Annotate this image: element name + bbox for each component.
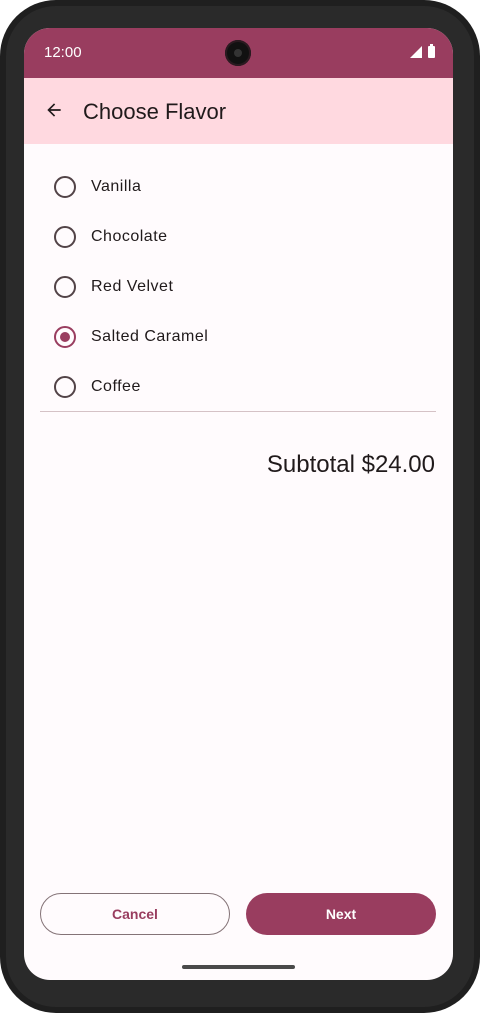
phone-frame: 12:00 Choose Flavor Vanilla Chocolate Re… <box>0 0 480 1013</box>
back-button[interactable] <box>34 90 74 130</box>
status-bar: 12:00 <box>24 28 453 78</box>
subtotal-text: Subtotal $24.00 <box>266 451 435 478</box>
battery-icon <box>428 44 435 58</box>
flavor-label: Salted Caramel <box>91 328 209 345</box>
cancel-button[interactable]: Cancel <box>40 893 230 935</box>
radio-button[interactable] <box>54 376 76 398</box>
radio-button[interactable] <box>54 226 76 248</box>
flavor-option-coffee[interactable]: Coffee <box>24 362 453 412</box>
volume-button <box>476 255 480 320</box>
flavor-option-red-velvet[interactable]: Red Velvet <box>24 262 453 312</box>
power-button <box>476 370 480 500</box>
next-button[interactable]: Next <box>246 893 436 935</box>
screen: 12:00 Choose Flavor Vanilla Chocolate Re… <box>24 28 453 980</box>
home-indicator[interactable] <box>182 965 295 969</box>
flavor-option-vanilla[interactable]: Vanilla <box>24 162 453 212</box>
flavor-label: Vanilla <box>91 178 142 195</box>
radio-button-selected[interactable] <box>54 326 76 348</box>
flavor-label: Red Velvet <box>91 278 174 295</box>
flavor-option-chocolate[interactable]: Chocolate <box>24 212 453 262</box>
divider <box>40 411 436 412</box>
top-app-bar: Choose Flavor <box>24 78 453 144</box>
status-time: 12:00 <box>44 44 82 61</box>
arrow-back-icon <box>47 103 61 117</box>
flavor-label: Chocolate <box>91 228 168 245</box>
status-icons <box>410 44 435 58</box>
page-title: Choose Flavor <box>83 99 227 124</box>
signal-icon <box>410 46 422 58</box>
flavor-option-salted-caramel[interactable]: Salted Caramel <box>24 312 453 362</box>
flavor-radio-group: Vanilla Chocolate Red Velvet Salted Cara… <box>24 162 453 412</box>
flavor-label: Coffee <box>91 378 141 395</box>
radio-button[interactable] <box>54 276 76 298</box>
radio-button[interactable] <box>54 176 76 198</box>
front-camera <box>225 40 251 66</box>
